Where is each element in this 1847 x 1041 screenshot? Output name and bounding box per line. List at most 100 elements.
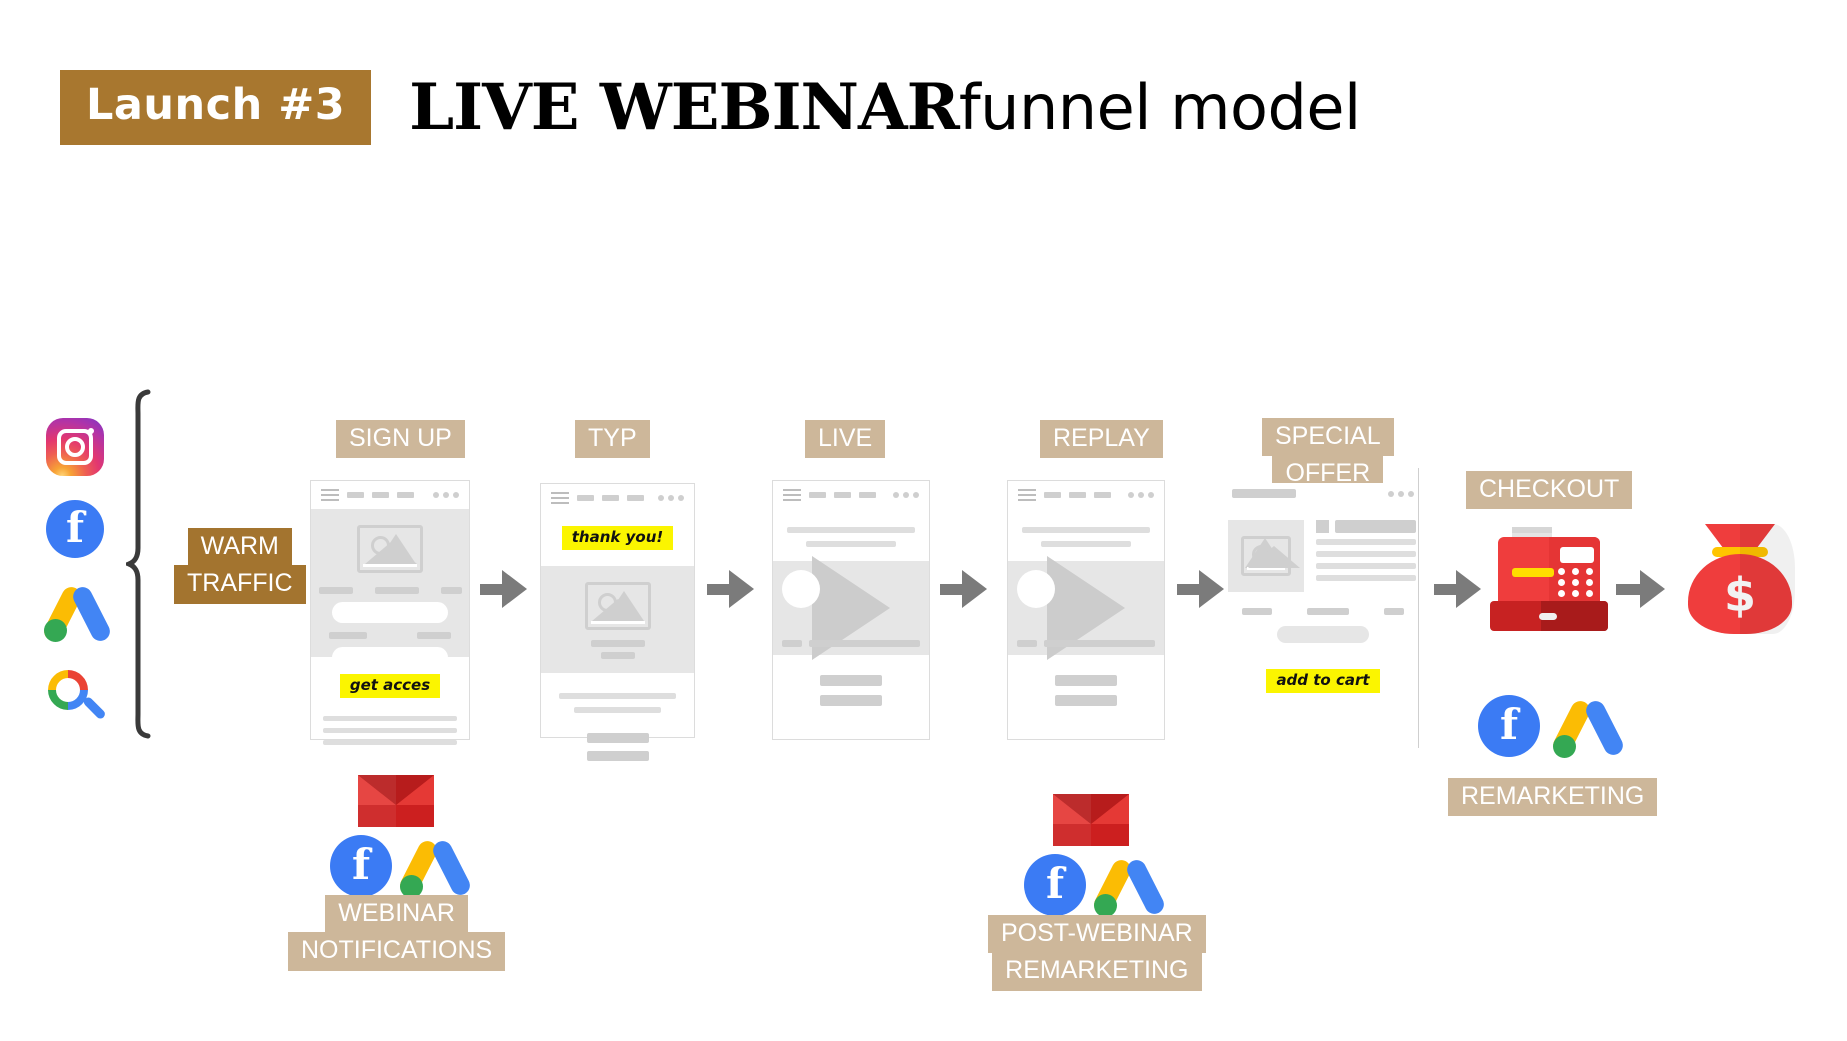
- mockup-special-offer[interactable]: add to cart: [1228, 483, 1418, 738]
- cta-section: add to cart: [1228, 669, 1418, 693]
- video-progress-bar[interactable]: [1044, 640, 1155, 647]
- nav-item[interactable]: [602, 495, 619, 501]
- remarketing-google-ads-icon: [1549, 697, 1627, 759]
- image-placeholder-icon: [357, 525, 423, 573]
- mock-browser-bar: [311, 481, 469, 509]
- mock-browser-bar: [1008, 481, 1164, 509]
- post-webinar-remarketing-label: POST-WEBINAR REMARKETING: [988, 915, 1206, 991]
- video-player[interactable]: [773, 556, 929, 660]
- warm-traffic-label: WARM TRAFFIC: [174, 528, 306, 604]
- headline-lines: [773, 509, 929, 561]
- body-blocks: [1008, 675, 1164, 706]
- nav-item[interactable]: [347, 492, 364, 498]
- nav-item[interactable]: [397, 492, 414, 498]
- step-label-checkout: CHECKOUT: [1466, 471, 1633, 510]
- nav-item[interactable]: [627, 495, 644, 501]
- thank-you-section: thank you!: [541, 512, 694, 566]
- get-access-button[interactable]: get acces: [339, 674, 441, 698]
- sign-up-label-text: SIGN UP: [336, 420, 465, 459]
- nav-item[interactable]: [859, 492, 876, 498]
- facebook-icon: [46, 500, 104, 558]
- video-timestamp: [1017, 640, 1037, 647]
- nav-item[interactable]: [809, 492, 826, 498]
- label-row: [311, 587, 469, 594]
- hamburger-icon[interactable]: [551, 489, 569, 507]
- page-title-strong: LIVE WEBINAR: [409, 69, 960, 145]
- mockup-replay[interactable]: [1007, 480, 1165, 740]
- remarketing-label: REMARKETING: [1448, 778, 1658, 817]
- add-to-cart-button[interactable]: add to cart: [1266, 669, 1380, 693]
- step-label-live: LIVE: [805, 420, 886, 459]
- post-webinar-google-ads-icon: [1090, 856, 1168, 918]
- remarketing-label-text: REMARKETING: [1448, 778, 1658, 817]
- nav-item[interactable]: [577, 495, 594, 501]
- more-options-icon[interactable]: [1128, 492, 1154, 498]
- mockup-typ[interactable]: thank you!: [540, 483, 695, 761]
- step-label-replay: REPLAY: [1040, 420, 1163, 459]
- webinar-notifications-line1: WEBINAR: [325, 895, 468, 934]
- nav-item[interactable]: [834, 492, 851, 498]
- more-options-icon[interactable]: [658, 495, 684, 501]
- body-text: [541, 673, 694, 713]
- arrow-sign-up-to-typ: [480, 570, 527, 608]
- webinar-email-icon: [358, 775, 434, 827]
- post-webinar-facebook-icon: [1024, 854, 1086, 916]
- label-row: [311, 632, 469, 639]
- more-options-icon[interactable]: [1388, 490, 1414, 497]
- mockup-sign-up[interactable]: get acces: [310, 480, 470, 745]
- hero-section: [541, 566, 694, 673]
- warm-traffic-line2: TRAFFIC: [174, 565, 306, 604]
- instagram-icon: [46, 418, 104, 476]
- nav-item[interactable]: [1044, 492, 1061, 498]
- hero-section: [311, 509, 469, 713]
- page-title-bar: [1232, 489, 1296, 498]
- step-label-typ: TYP: [575, 420, 650, 459]
- hamburger-icon[interactable]: [321, 486, 339, 504]
- presenter-avatar: [1017, 570, 1055, 608]
- page-title: LIVE WEBINARfunnel model: [409, 75, 1361, 140]
- section-divider: [1418, 468, 1419, 748]
- step-label-sign-up: SIGN UP: [336, 420, 465, 459]
- arrow-offer-to-checkout: [1434, 570, 1481, 608]
- form-input[interactable]: [332, 602, 448, 623]
- body-blocks: [541, 733, 694, 761]
- post-webinar-line2: REMARKETING: [992, 952, 1202, 991]
- nav-item[interactable]: [1069, 492, 1086, 498]
- mock-browser-bar: [1228, 483, 1418, 498]
- checkout-label-text: CHECKOUT: [1466, 471, 1633, 510]
- image-placeholder-icon: [584, 582, 651, 630]
- webinar-notifications-line2: NOTIFICATIONS: [288, 932, 506, 971]
- quantity-selector[interactable]: [1277, 626, 1369, 643]
- product-badge: [1316, 520, 1329, 533]
- arrow-live-to-replay: [940, 570, 987, 608]
- mockup-live[interactable]: [772, 480, 930, 740]
- hamburger-icon[interactable]: [1018, 486, 1036, 504]
- arrow-replay-to-offer: [1177, 570, 1224, 608]
- more-options-icon[interactable]: [433, 492, 459, 498]
- video-player[interactable]: [1008, 556, 1164, 660]
- special-offer-line1: SPECIAL: [1262, 418, 1394, 457]
- image-placeholder-icon: [1241, 536, 1300, 576]
- body-blocks: [773, 675, 929, 706]
- webinar-facebook-icon: [330, 835, 392, 897]
- mock-browser-bar: [773, 481, 929, 509]
- product-section: [1228, 520, 1418, 592]
- more-options-icon[interactable]: [893, 492, 919, 498]
- page-title-light: funnel model: [958, 70, 1361, 144]
- hamburger-icon[interactable]: [783, 486, 801, 504]
- post-webinar-line1: POST-WEBINAR: [988, 915, 1206, 954]
- product-title: [1335, 520, 1416, 533]
- typ-label-text: TYP: [575, 420, 650, 459]
- nav-item[interactable]: [372, 492, 389, 498]
- footer-text: [311, 698, 469, 745]
- video-progress-bar[interactable]: [809, 640, 920, 647]
- caption-lines: [541, 640, 694, 659]
- funnel-diagram-canvas: Launch #3 LIVE WEBINARfunnel model WARM …: [0, 0, 1847, 1041]
- mock-browser-bar: [541, 484, 694, 512]
- arrow-typ-to-live: [707, 570, 754, 608]
- launch-badge: Launch #3: [60, 70, 372, 145]
- google-search-icon: [39, 661, 108, 730]
- nav-item[interactable]: [1094, 492, 1111, 498]
- webinar-notifications-label: WEBINAR NOTIFICATIONS: [288, 895, 506, 971]
- cta-section: get acces: [311, 657, 469, 698]
